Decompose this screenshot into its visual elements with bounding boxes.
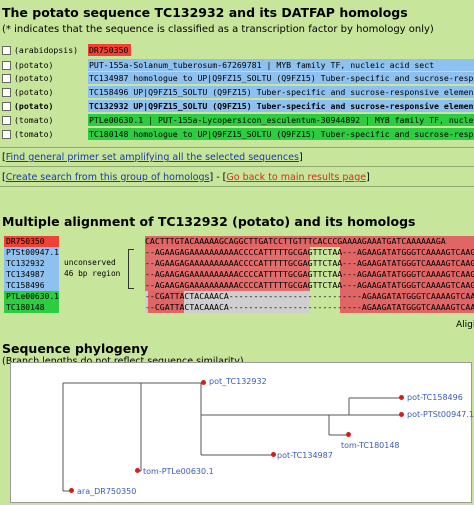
homolog-checkbox[interactable] <box>2 129 11 139</box>
homolog-row-selected: (potato) * <box>2 100 98 112</box>
species-label: (potato) <box>14 87 54 97</box>
homolog-row: (tomato) <box>2 114 98 126</box>
divider <box>0 166 474 167</box>
tree-node <box>69 488 74 493</box>
find-primer-link[interactable]: Find general primer set amplifying all t… <box>6 152 299 163</box>
homolog-description[interactable]: TC158496 UP|Q9FZ15_SOLTU (Q9FZ15) Tuber-… <box>88 86 474 98</box>
tree-leaf-label: pot_TC132932 <box>209 377 267 386</box>
transcription-factor-note: (* indicates that the sequence is classi… <box>2 24 434 35</box>
unconserved-label: unconserved <box>64 258 116 267</box>
alignment-sequence: CACTTTGTACAAAAAGCAGGCTTGATCCTTGTTTCACCCG… <box>145 236 446 246</box>
homolog-row: (potato) <box>2 72 98 84</box>
primer-link-row: [Find general primer set amplifying all … <box>2 152 303 163</box>
alignment-label: TC132932 <box>4 258 59 269</box>
alignment-sequence: --AGAAGAGAAAAAAAAAACCCCATTTTTGCGAGTTCTAA… <box>145 247 474 257</box>
homolog-row: (arabidopsis) * <box>2 44 98 56</box>
alignment-label: TC180148 <box>4 302 59 313</box>
phylogeny-title: Sequence phylogeny <box>2 341 149 356</box>
species-label: (potato) <box>14 73 54 83</box>
tree-leaf-label: pot-PTSt00947.1 <box>407 410 474 419</box>
homolog-checkbox[interactable] <box>2 115 11 125</box>
homolog-checkbox[interactable] <box>2 87 11 97</box>
alignment-sequence: --AGAAGAGAAAAAAAAAACCCCATTTTTGCGAGTTCTAA… <box>145 280 474 290</box>
alignment-label: PTSt00947.1 <box>4 247 59 258</box>
tree-leaf-label: pot-TC134987 <box>277 451 333 460</box>
species-label: (tomato) <box>14 129 54 139</box>
alignment-label: PTLe00630.1 <box>4 291 59 302</box>
alignment-label: TC134987 <box>4 269 59 280</box>
homolog-checkbox[interactable] <box>2 73 11 83</box>
species-label: (potato) <box>14 60 54 70</box>
page-title: The potato sequence TC132932 and its DAT… <box>2 5 408 20</box>
tree-leaf-label: tom-PTLe00630.1 <box>143 467 214 476</box>
divider <box>0 147 474 148</box>
tree-node <box>201 380 206 385</box>
action-links-row: [Create search from this group of homolo… <box>2 172 370 183</box>
alignment-scroll-hint: Aligi <box>456 320 474 330</box>
homolog-description[interactable]: PTLe00630.1 | PUT-155a-Lycopersicon_escu… <box>88 114 474 126</box>
alignment-title: Multiple alignment of TC132932 (potato) … <box>2 214 416 229</box>
tree-node <box>135 468 140 473</box>
alignment-label: DR750350 <box>4 236 59 247</box>
create-search-link[interactable]: Create search from this group of homolog… <box>6 172 210 183</box>
homolog-row: (potato) <box>2 59 98 71</box>
homolog-checkbox[interactable] <box>2 60 11 70</box>
alignment-sequence: --AGAAGAGAAAAAAAAAACCCCATTTTTGCGAGTTCTAA… <box>145 269 474 279</box>
region-length-label: 46 bp region <box>64 269 121 278</box>
alignment-sequence: --CGATTACTACAAACA-----------------------… <box>145 291 474 301</box>
tree-leaf-label: ara_DR750350 <box>77 487 137 496</box>
species-label: (potato) <box>14 101 54 111</box>
homolog-description[interactable]: TC132932 UP|Q9FZ15_SOLTU (Q9FZ15) Tuber-… <box>88 100 474 112</box>
homolog-description[interactable]: TC180148 homologue to UP|Q9FZ15_SOLTU (Q… <box>88 128 474 140</box>
go-back-link[interactable]: Go back to main results page <box>226 172 366 183</box>
homolog-checkbox[interactable] <box>2 101 11 111</box>
divider <box>0 186 474 187</box>
homolog-description[interactable]: PUT-155a-Solanum_tuberosum-67269781 | MY… <box>88 59 474 71</box>
tree-leaf-label: pot-TC158496 <box>407 393 463 402</box>
homolog-description[interactable]: TC134987 homologue to UP|Q9FZ15_SOLTU (Q… <box>88 72 474 84</box>
alignment-label: TC158496 <box>4 280 59 291</box>
tree-leaf-label: tom-TC180148 <box>341 441 400 450</box>
tree-node <box>399 412 404 417</box>
species-label: (arabidopsis) <box>14 45 79 55</box>
alignment-sequence: --CGATTACTACAAACA-----------------------… <box>145 302 474 312</box>
tree-node <box>271 452 276 457</box>
tree-node <box>399 395 404 400</box>
region-bracket <box>128 249 134 289</box>
species-label: (tomato) <box>14 115 54 125</box>
homolog-checkbox[interactable] <box>2 45 11 55</box>
tree-node <box>346 432 351 437</box>
phylogeny-tree-panel: pot_TC132932 pot-TC158496 pot-PTSt00947.… <box>10 362 474 503</box>
alignment-sequence: --AGAAGAGAAAAAAAAAACCCCATTTTTGCGAGTTCTAA… <box>145 258 474 268</box>
homolog-row: (tomato) <box>2 128 98 140</box>
homolog-description[interactable]: DR750350 <box>88 44 131 56</box>
homolog-row: (potato) <box>2 86 98 98</box>
